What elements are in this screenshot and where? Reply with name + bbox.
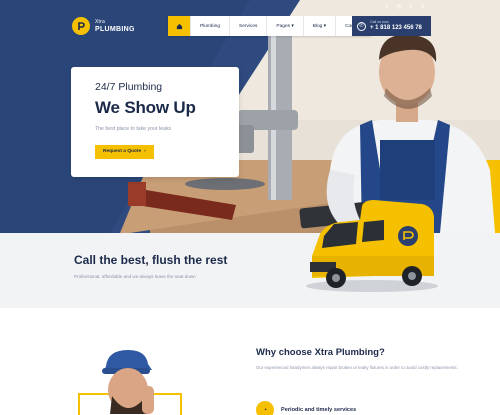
nav-item-services[interactable]: Services: [229, 16, 266, 36]
feature-label: Periodic and timely services: [281, 407, 357, 413]
logo-line1: Xtra: [95, 18, 105, 25]
call-section-text: Professional, affordable and we always l…: [74, 274, 196, 279]
nav-home-button[interactable]: [168, 16, 190, 36]
call-phone-number: + 1 818 123 456 78: [370, 25, 422, 32]
nav-item-blog[interactable]: Blog ▾: [302, 16, 335, 36]
vimeo-icon[interactable]: v: [420, 4, 426, 10]
top-navigation: Xtra PLUMBING f ◎ t v Plumbing Services …: [0, 0, 500, 48]
clock-icon: ◔: [256, 401, 274, 415]
nav-item-pages[interactable]: Pages ▾: [266, 16, 302, 36]
request-quote-label: Request a Quote: [103, 149, 142, 154]
phone-icon: ✆: [357, 21, 366, 31]
feature-item: ◔ Periodic and timely services: [256, 401, 356, 415]
van-image: [300, 196, 445, 299]
hero-title: We Show Up: [95, 97, 196, 117]
why-title: Why choose Xtra Plumbing?: [256, 347, 385, 358]
home-icon: [176, 23, 182, 29]
twitter-icon[interactable]: t: [408, 4, 414, 10]
chevron-right-icon: ›: [144, 149, 146, 154]
hero-subtitle: 24/7 Plumbing: [95, 81, 163, 93]
call-section-title: Call the best, flush the rest: [74, 253, 228, 267]
main-nav: Plumbing Services Pages ▾ Blog ▾ Contact: [168, 16, 371, 36]
why-text: Our experienced handymen always repair b…: [256, 365, 458, 370]
logo-line2: PLUMBING: [95, 25, 135, 33]
call-label: Call us now: [370, 19, 389, 24]
hero-card: 24/7 Plumbing We Show Up The best place …: [71, 67, 239, 177]
logo-icon: [72, 17, 90, 35]
instagram-icon[interactable]: ◎: [396, 4, 402, 10]
thinking-man-image: [98, 348, 178, 415]
nav-item-plumbing[interactable]: Plumbing: [190, 16, 229, 36]
page: Xtra PLUMBING f ◎ t v Plumbing Services …: [0, 0, 500, 415]
social-links: f ◎ t v: [384, 4, 426, 10]
call-us-box[interactable]: ✆ Call us now + 1 818 123 456 78: [352, 16, 431, 36]
logo[interactable]: Xtra PLUMBING: [72, 17, 135, 35]
request-quote-button[interactable]: Request a Quote ›: [95, 144, 154, 159]
facebook-icon[interactable]: f: [384, 4, 390, 10]
hero-description: The best place to take your leaks: [95, 125, 172, 132]
